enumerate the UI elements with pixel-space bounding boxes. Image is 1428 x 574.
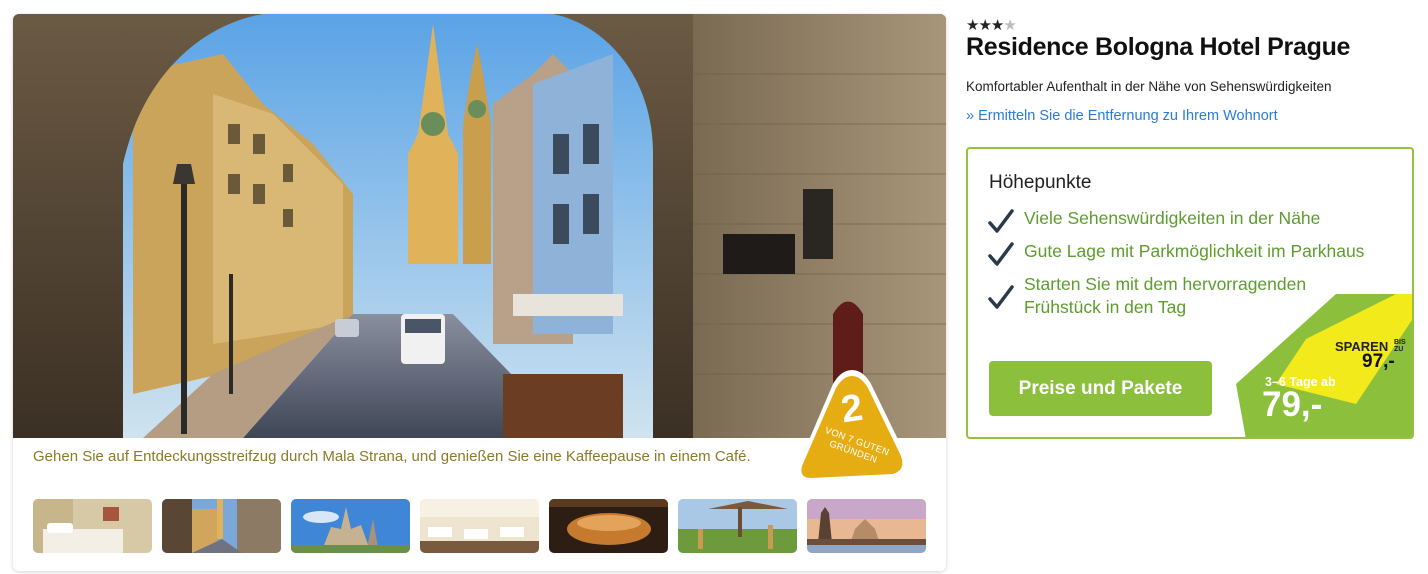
save-upto-line2: ZU (1394, 346, 1404, 353)
highlight-item: Gute Lage mit Parkmöglichkeit im Parkhau… (988, 240, 1408, 266)
highlights-box: Höhepunkte Viele Sehenswürdigkeiten in d… (966, 147, 1414, 439)
thumbnail-hotel-room[interactable] (33, 499, 152, 553)
thumbnail-prague-castle[interactable] (291, 499, 410, 553)
thumbnail-charles-bridge[interactable] (807, 499, 926, 553)
charles-bridge-image (807, 499, 926, 553)
highlight-item: Viele Sehenswürdigkeiten in der Nähe (988, 207, 1408, 233)
zoo-giraffes-image (678, 499, 797, 553)
highlights-title: Höhepunkte (989, 172, 1092, 193)
hotel-gallery-card: 2 VON 7 GUTEN GRÜNDEN Gehen Sie auf Entd… (13, 14, 946, 571)
hotel-name: Residence Bologna Hotel Prague (966, 33, 1351, 61)
thumbnail-brewery[interactable] (549, 499, 668, 553)
checkmark-icon (988, 209, 1014, 233)
highlight-text: Gute Lage mit Parkmöglichkeit im Parkhau… (1024, 241, 1365, 261)
save-upto-line1: BIS (1394, 339, 1406, 346)
save-upto-label: BIS ZU (1394, 339, 1406, 353)
restaurant-image (420, 499, 539, 553)
checkmark-icon (988, 285, 1014, 309)
image-caption: Gehen Sie auf Entdeckungsstreifzug durch… (33, 448, 751, 465)
half-star-icon: ★ (1003, 17, 1016, 34)
brewery-image (549, 499, 668, 553)
prices-packages-button[interactable]: Preise und Pakete (989, 361, 1212, 416)
prague-street-image (162, 499, 281, 553)
hotel-rating: ★★★★ (966, 16, 1017, 34)
reason-badge: 2 VON 7 GUTEN GRÜNDEN (789, 366, 915, 492)
hotel-subtitle: Komfortabler Aufenthalt in der Nähe von … (966, 79, 1332, 94)
save-value: 97,- (1362, 351, 1395, 372)
thumbnail-prague-street[interactable] (162, 499, 281, 553)
star-icon: ★★★ (966, 17, 1004, 34)
highlight-text: Viele Sehenswürdigkeiten in der Nähe (1024, 208, 1321, 228)
thumbnail-restaurant[interactable] (420, 499, 539, 553)
checkmark-icon (988, 242, 1014, 266)
prague-castle-image (291, 499, 410, 553)
thumbnail-zoo[interactable] (678, 499, 797, 553)
price-value: 79,- (1262, 385, 1323, 424)
distance-link[interactable]: » Ermitteln Sie die Entfernung zu Ihrem … (966, 108, 1278, 124)
hotel-room-image (33, 499, 152, 553)
